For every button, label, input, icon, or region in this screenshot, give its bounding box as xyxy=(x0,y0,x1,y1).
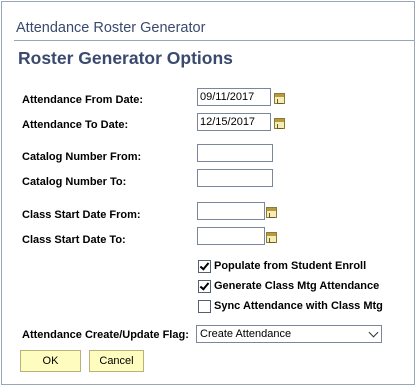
catalog-from-field[interactable] xyxy=(197,144,273,162)
calendar-icon[interactable] xyxy=(266,232,277,243)
generate-mtg-checkbox[interactable] xyxy=(198,279,211,293)
to-date-label: Attendance To Date: xyxy=(22,119,129,131)
checkbox-label: Generate Class Mtg Attendance xyxy=(214,280,380,292)
chevron-down-icon xyxy=(368,327,379,338)
ok-button[interactable]: OK xyxy=(20,350,81,372)
class-start-from-label: Class Start Date From: xyxy=(22,209,141,221)
checkbox-label: Sync Attendance with Class Mtg xyxy=(214,300,383,312)
cancel-button[interactable]: Cancel xyxy=(89,350,144,372)
calendar-icon[interactable] xyxy=(274,118,285,129)
checkmark-icon xyxy=(199,259,210,271)
calendar-icon[interactable] xyxy=(274,93,285,104)
sync-attendance-option[interactable]: Sync Attendance with Class Mtg xyxy=(198,298,383,314)
from-date-label: Attendance From Date: xyxy=(22,94,144,106)
populate-enroll-option[interactable]: Populate from Student Enroll xyxy=(198,258,366,274)
roster-generator-panel: Attendance Roster Generator Roster Gener… xyxy=(1,1,415,385)
generate-mtg-option[interactable]: Generate Class Mtg Attendance xyxy=(198,278,379,294)
app-title: Attendance Roster Generator xyxy=(16,20,206,36)
flag-select[interactable]: Create Attendance xyxy=(196,325,382,343)
page-title: Roster Generator Options xyxy=(18,48,233,68)
sync-attendance-checkbox[interactable] xyxy=(198,299,211,313)
catalog-to-field[interactable] xyxy=(197,169,273,187)
catalog-to-label: Catalog Number To: xyxy=(22,176,127,188)
checkbox-label: Populate from Student Enroll xyxy=(214,260,367,272)
checkmark-icon xyxy=(199,279,210,291)
calendar-icon[interactable] xyxy=(266,207,277,218)
class-start-from-field[interactable] xyxy=(197,202,265,220)
class-start-to-label: Class Start Date To: xyxy=(22,234,126,246)
populate-enroll-checkbox[interactable] xyxy=(198,259,211,273)
catalog-from-label: Catalog Number From: xyxy=(22,151,142,163)
title-divider xyxy=(14,40,414,41)
class-start-to-field[interactable] xyxy=(197,227,265,245)
flag-selected-value: Create Attendance xyxy=(200,328,292,340)
to-date-field[interactable]: 12/15/2017 xyxy=(197,113,271,131)
from-date-field[interactable]: 09/11/2017 xyxy=(197,88,271,106)
flag-label: Attendance Create/Update Flag: xyxy=(22,329,189,341)
